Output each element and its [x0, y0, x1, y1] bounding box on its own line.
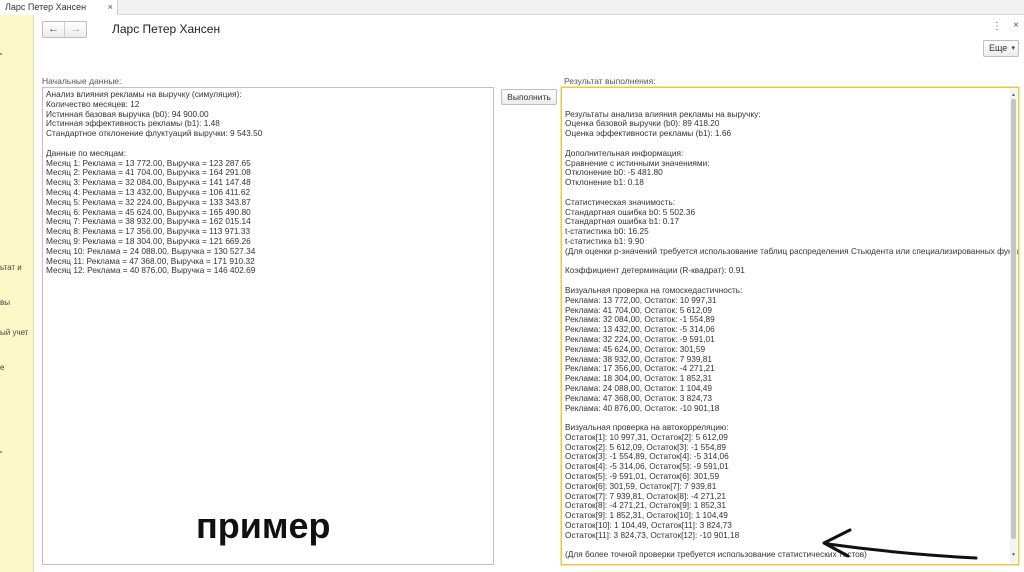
tab-bar: Ларс Петер Хансен ×: [0, 0, 1024, 15]
more-button-label: Еще: [989, 43, 1008, 53]
page-title: Ларс Петер Хансен: [112, 22, 221, 36]
scrollbar[interactable]: ▲ ▼: [1010, 89, 1017, 563]
more-button[interactable]: Еще ▾: [983, 40, 1019, 57]
output-textarea[interactable]: Результаты анализа влияния рекламы на вы…: [561, 87, 1019, 565]
sidebar-item-4[interactable]: е: [0, 363, 4, 372]
sidebar-marker: [0, 53, 2, 55]
close-icon[interactable]: ×: [1013, 20, 1019, 31]
scroll-thumb[interactable]: [1011, 99, 1016, 539]
sidebar-item-3[interactable]: ый учет: [0, 328, 28, 337]
output-label: Результат выполнения:: [564, 76, 656, 86]
sidebar-item-2[interactable]: вы: [0, 298, 10, 307]
run-button[interactable]: Выполнить: [501, 89, 557, 105]
sidebar-item-1[interactable]: ьтат и: [0, 263, 22, 272]
forward-arrow-icon[interactable]: →: [65, 22, 87, 37]
tab-close-icon[interactable]: ×: [108, 0, 113, 15]
back-arrow-icon[interactable]: ←: [43, 22, 65, 37]
annotation-text: пример: [196, 505, 331, 546]
annotation-arrow-icon: [822, 528, 978, 560]
nav-buttons: ← →: [42, 21, 87, 38]
sidebar: ьтат и вы ый учет е: [0, 15, 34, 572]
more-options-icon[interactable]: ⋮: [992, 21, 1002, 32]
tab-form[interactable]: Ларс Петер Хансен ×: [0, 0, 118, 15]
scroll-down-icon[interactable]: ▼: [1010, 551, 1017, 561]
output-text: Результаты анализа влияния рекламы на вы…: [565, 108, 1018, 560]
input-label: Начальные данные:: [42, 76, 122, 86]
sidebar-marker: [0, 451, 2, 453]
tab-title: Ларс Петер Хансен: [5, 2, 87, 12]
input-textarea[interactable]: Анализ влияния рекламы на выручку (симул…: [42, 87, 494, 565]
form-area: ← → Ларс Петер Хансен ⋮ × Еще ▾ Начальны…: [35, 15, 1024, 572]
chevron-down-icon: ▾: [1011, 45, 1015, 52]
